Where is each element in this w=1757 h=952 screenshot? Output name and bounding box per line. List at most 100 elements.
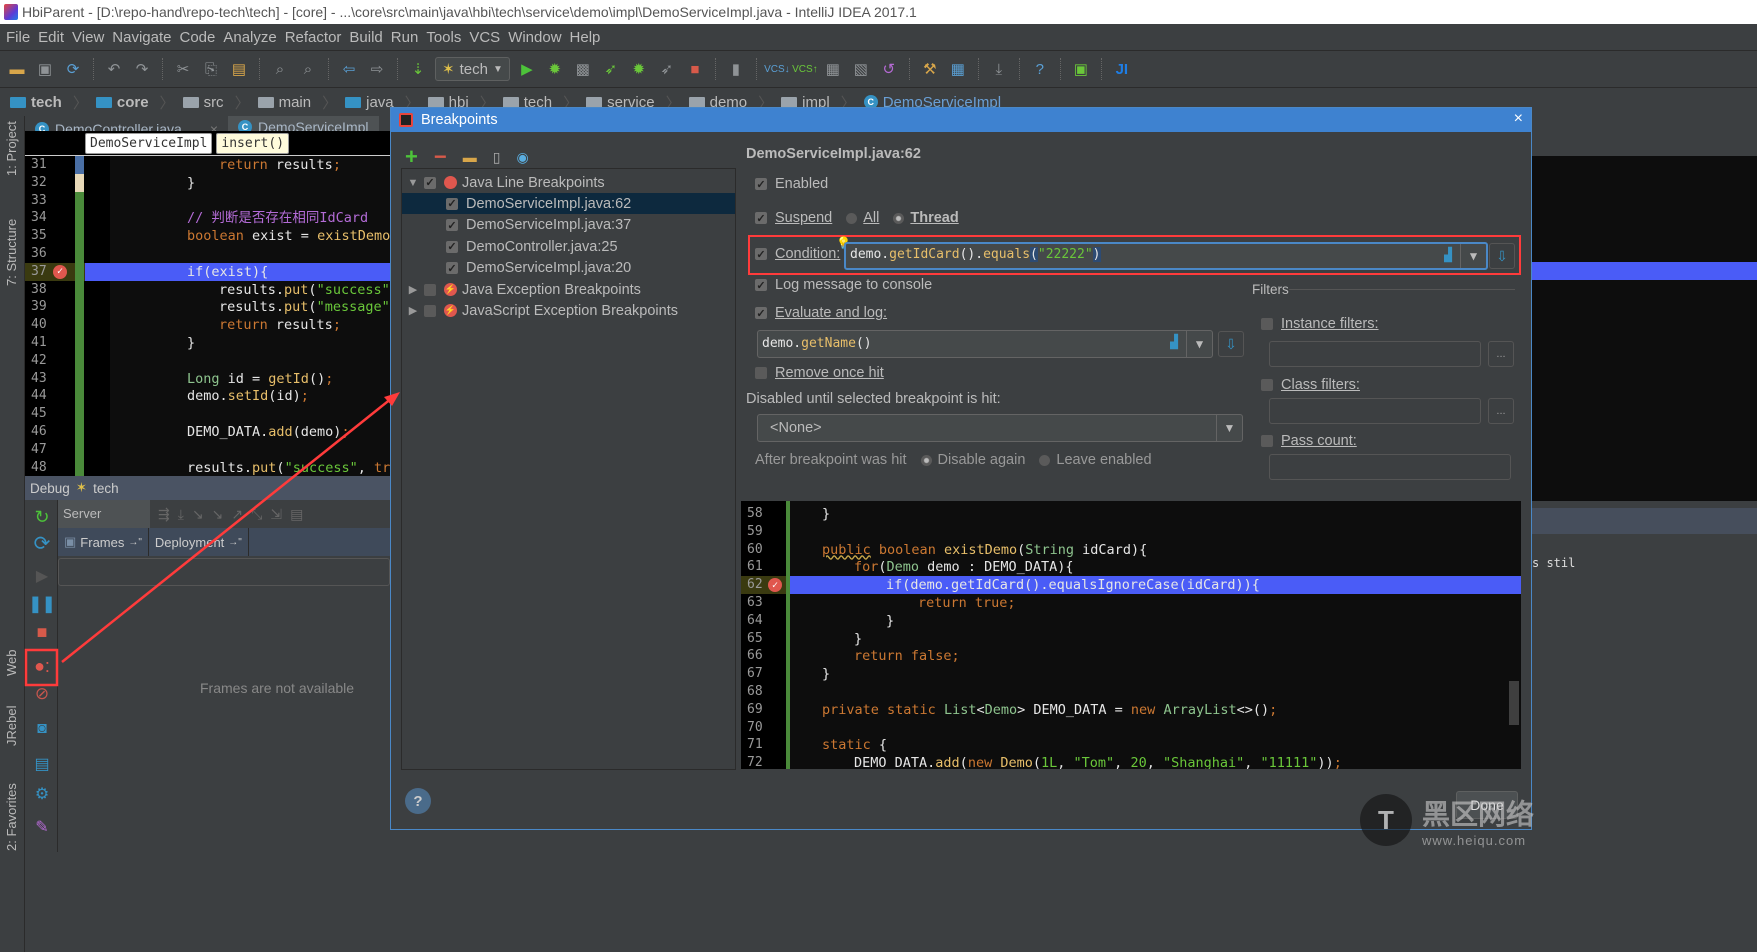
vcs-compare-icon[interactable]: ▧ bbox=[850, 58, 872, 80]
code-preview[interactable]: 58} 59 60 public boolean existDemo(String i… bbox=[741, 501, 1521, 769]
radio-leave-enabled[interactable] bbox=[1039, 454, 1051, 466]
disabled-until-select[interactable]: <None> ▼ bbox=[757, 414, 1243, 442]
jrebel-debug-icon[interactable]: ✹ bbox=[628, 58, 650, 80]
breakpoint-item[interactable]: ✓ DemoController.java:25 bbox=[402, 236, 735, 257]
mute-breakpoints-icon[interactable]: ⊘ bbox=[31, 683, 53, 705]
step-into-icon[interactable]: ↘ bbox=[192, 506, 204, 523]
frames-tab[interactable]: ▣ Frames →" bbox=[58, 528, 149, 556]
device-icon[interactable]: ▣ bbox=[1070, 58, 1092, 80]
show-execution-point-icon[interactable]: ⇶ bbox=[158, 506, 170, 523]
expand-editor-icon[interactable]: ⇩ bbox=[1218, 331, 1244, 357]
checkbox-checked-icon[interactable]: ✓ bbox=[446, 262, 458, 275]
stop-icon[interactable]: ■ bbox=[31, 621, 53, 643]
radio-thread[interactable] bbox=[893, 212, 905, 224]
instance-filters-browse-button[interactable]: ... bbox=[1488, 341, 1514, 367]
close-icon[interactable]: × bbox=[1514, 110, 1523, 128]
condition-checkbox[interactable]: ✓ Condition: bbox=[755, 246, 840, 262]
leave-enabled-label[interactable]: Leave enabled bbox=[1056, 452, 1151, 468]
add-breakpoint-icon[interactable]: + bbox=[405, 144, 418, 170]
breadcrumb-item[interactable]: main 〉 bbox=[257, 92, 346, 113]
save-icon[interactable]: ▣ bbox=[34, 58, 56, 80]
code-editor[interactable]: 31 return results; 32} 33 34 // 判断是否存在相同IdCar… bbox=[25, 156, 390, 476]
help-button[interactable]: ? bbox=[405, 788, 431, 814]
sync-icon[interactable]: ⟳ bbox=[62, 58, 84, 80]
make-project-icon[interactable]: ⇣ bbox=[407, 58, 429, 80]
checkbox-checked-icon[interactable]: ✓ bbox=[446, 219, 458, 232]
restore-layout-icon[interactable]: ▤ bbox=[31, 753, 53, 775]
server-tab[interactable]: Server bbox=[58, 500, 150, 528]
rerun-icon[interactable]: ↻ bbox=[31, 506, 53, 528]
jrebel-run-icon[interactable]: ➶ bbox=[600, 58, 622, 80]
instance-filters-input[interactable] bbox=[1269, 341, 1481, 367]
evaluate-expression-icon[interactable]: ▤ bbox=[290, 506, 303, 523]
paste-icon[interactable]: ▤ bbox=[228, 58, 250, 80]
revert-icon[interactable]: ↺ bbox=[878, 58, 900, 80]
menu-navigate[interactable]: Navigate bbox=[112, 29, 179, 46]
class-filters-input[interactable] bbox=[1269, 398, 1481, 424]
expand-editor-icon[interactable]: ⇩ bbox=[1489, 243, 1515, 269]
enabled-checkbox[interactable]: ✓ Enabled bbox=[755, 176, 828, 192]
breakpoint-item[interactable]: ✓ DemoServiceImpl.java:20 bbox=[402, 258, 735, 279]
suspend-thread-label[interactable]: Thread bbox=[910, 210, 958, 226]
find-icon[interactable]: ⌕ bbox=[269, 58, 291, 80]
back-icon[interactable]: ⇦ bbox=[338, 58, 360, 80]
view-breakpoints-icon[interactable]: ●: bbox=[31, 655, 53, 677]
breakpoint-item[interactable]: ✓ DemoServiceImpl.java:37 bbox=[402, 215, 735, 236]
pass-count-input[interactable] bbox=[1269, 454, 1511, 480]
run-to-cursor-icon[interactable]: ⇲ bbox=[270, 506, 282, 523]
force-step-into-icon[interactable]: ↘ bbox=[212, 506, 224, 523]
tool-window-project[interactable]: 1: Project bbox=[4, 121, 19, 176]
remove-breakpoint-icon[interactable]: − bbox=[434, 144, 447, 170]
tool-window-web[interactable]: Web bbox=[4, 650, 19, 677]
stop-icon[interactable]: ■ bbox=[684, 58, 706, 80]
menu-vcs[interactable]: VCS bbox=[469, 29, 508, 46]
instance-filters-checkbox[interactable]: Instance filters: bbox=[1261, 316, 1379, 332]
resume-icon[interactable]: ▶ bbox=[31, 565, 53, 587]
chevron-down-icon[interactable]: ▼ bbox=[1186, 331, 1212, 357]
remove-once-hit-checkbox[interactable]: Remove once hit bbox=[755, 365, 884, 381]
menu-refactor[interactable]: Refactor bbox=[285, 29, 350, 46]
project-structure-icon[interactable]: ▦ bbox=[947, 58, 969, 80]
breadcrumb-item[interactable]: tech 〉 bbox=[10, 92, 96, 113]
step-out-icon[interactable]: ↗ bbox=[231, 506, 243, 523]
cut-icon[interactable]: ✂ bbox=[172, 58, 194, 80]
checkbox-unchecked-icon[interactable] bbox=[424, 304, 436, 317]
checkbox-checked-icon[interactable]: ✓ bbox=[424, 176, 436, 189]
pin-icon[interactable]: ✎ bbox=[31, 816, 53, 838]
collapse-icon[interactable]: ▼ bbox=[402, 177, 424, 189]
drop-frame-icon[interactable]: ⤡ bbox=[251, 506, 262, 523]
redo-icon[interactable]: ↷ bbox=[131, 58, 153, 80]
menu-file[interactable]: File bbox=[6, 29, 38, 46]
attach-icon[interactable]: ▮ bbox=[725, 58, 747, 80]
open-folder-icon[interactable]: ▬ bbox=[6, 58, 28, 80]
radio-all[interactable] bbox=[846, 212, 858, 224]
group-by-class-icon[interactable]: ◉ bbox=[516, 149, 528, 166]
menu-analyze[interactable]: Analyze bbox=[223, 29, 284, 46]
suspend-all-label[interactable]: All bbox=[863, 210, 879, 226]
thread-select[interactable] bbox=[58, 558, 390, 586]
debug-icon[interactable]: ✹ bbox=[544, 58, 566, 80]
conditional-breakpoint-icon[interactable]: ✓ bbox=[53, 264, 67, 279]
group-by-file-icon[interactable]: ▯ bbox=[493, 149, 501, 166]
class-filters-checkbox[interactable]: Class filters: bbox=[1261, 377, 1360, 393]
chevron-down-icon[interactable]: ▼ bbox=[1216, 415, 1242, 441]
evaluate-log-checkbox[interactable]: ✓ Evaluate and log: bbox=[755, 305, 887, 321]
breakpoint-item[interactable]: ✓ DemoServiceImpl.java:62 bbox=[402, 193, 735, 215]
step-over-icon[interactable]: ⤓ bbox=[178, 506, 184, 523]
group-by-package-icon[interactable]: ▬ bbox=[463, 149, 477, 165]
condition-input[interactable]: demo.getIdCard().equals("22222") ▟ ▼ bbox=[844, 242, 1488, 270]
profile-icon[interactable]: ➶ bbox=[656, 58, 678, 80]
log-message-checkbox[interactable]: ✓ Log message to console bbox=[755, 277, 932, 293]
language-java-icon[interactable]: ▟ bbox=[1444, 248, 1452, 263]
menu-edit[interactable]: Edit bbox=[38, 29, 72, 46]
menu-tools[interactable]: Tools bbox=[426, 29, 469, 46]
tool-window-favorites[interactable]: 2: Favorites bbox=[4, 783, 19, 851]
settings-icon[interactable]: ⚒ bbox=[919, 58, 941, 80]
replace-icon[interactable]: ⌕ bbox=[297, 58, 319, 80]
expand-icon[interactable]: ▶ bbox=[402, 283, 424, 296]
tool-window-structure[interactable]: 7: Structure bbox=[4, 219, 19, 286]
run-icon[interactable]: ▶ bbox=[516, 58, 538, 80]
vcs-commit-icon[interactable]: VCS↑ bbox=[792, 58, 818, 80]
help-icon[interactable]: ? bbox=[1029, 58, 1051, 80]
menu-build[interactable]: Build bbox=[349, 29, 390, 46]
